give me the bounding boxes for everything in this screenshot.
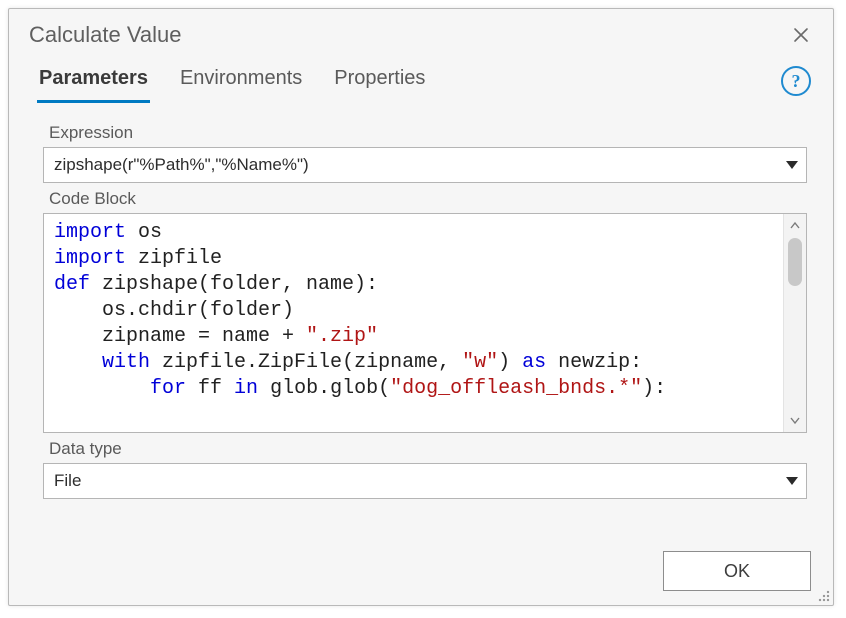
dropdown-arrow-icon — [786, 161, 798, 169]
help-icon[interactable]: ? — [781, 66, 811, 96]
close-icon[interactable] — [787, 21, 815, 49]
ok-button[interactable]: OK — [663, 551, 811, 591]
code-block-label: Code Block — [49, 189, 807, 209]
dropdown-arrow-icon — [786, 477, 798, 485]
expression-input[interactable]: zipshape(r"%Path%","%Name%") — [43, 147, 807, 183]
tab-properties[interactable]: Properties — [332, 63, 427, 103]
data-type-value: File — [54, 471, 81, 491]
data-type-select[interactable]: File — [43, 463, 807, 499]
dialog-footer: OK — [9, 541, 833, 605]
tab-bar: Parameters Environments Properties ? — [9, 49, 833, 105]
tab-parameters[interactable]: Parameters — [37, 63, 150, 103]
dialog-title: Calculate Value — [29, 22, 181, 48]
data-type-label: Data type — [49, 439, 807, 459]
scroll-thumb[interactable] — [788, 238, 802, 286]
calculate-value-dialog: Calculate Value Parameters Environments … — [8, 8, 834, 606]
dialog-body: Expression zipshape(r"%Path%","%Name%") … — [9, 105, 833, 541]
tab-environments[interactable]: Environments — [178, 63, 304, 103]
scroll-up-icon[interactable] — [784, 216, 806, 236]
code-block-input[interactable]: import os import zipfile def zipshape(fo… — [43, 213, 807, 433]
dialog-header: Calculate Value — [9, 9, 833, 49]
expression-value: zipshape(r"%Path%","%Name%") — [54, 155, 309, 175]
code-block-text[interactable]: import os import zipfile def zipshape(fo… — [44, 214, 783, 432]
scroll-down-icon[interactable] — [784, 410, 806, 430]
scrollbar[interactable] — [783, 214, 806, 432]
resize-grip-icon[interactable] — [817, 589, 831, 603]
expression-label: Expression — [49, 123, 807, 143]
